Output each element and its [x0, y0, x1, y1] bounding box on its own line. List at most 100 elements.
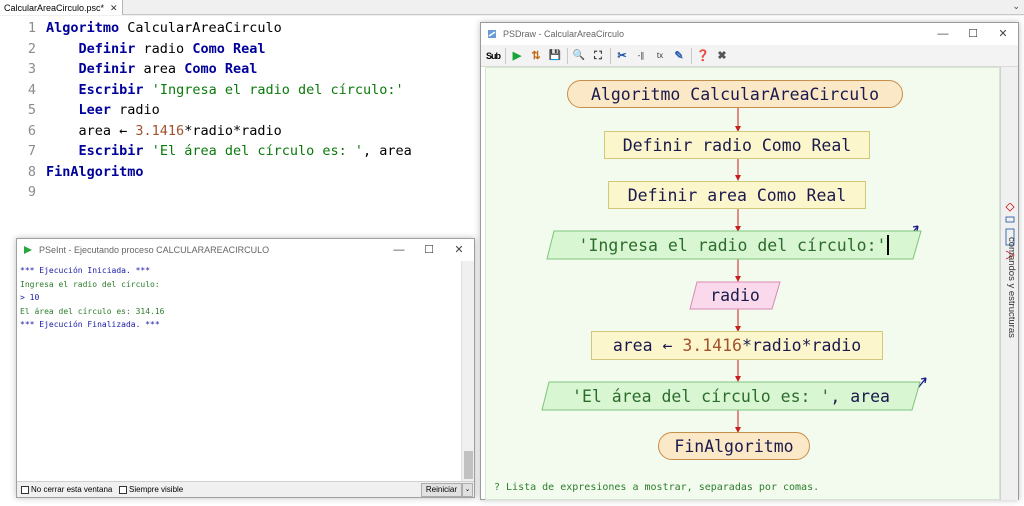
flow-end-node[interactable]: FinAlgoritmo [658, 432, 810, 460]
line-number: 8 [27, 163, 36, 180]
line-number: 2 [27, 40, 36, 57]
psdraw-title: PSDraw - CalcularAreaCirculo [503, 29, 625, 39]
code-line[interactable]: 3 Definir area Como Real [0, 59, 480, 79]
expression-hint: ? Lista de expresiones a mostrar, separa… [494, 482, 820, 493]
string-token: 'El área del círculo es: ' [151, 143, 364, 159]
line-number: 1 [27, 20, 36, 36]
flow-start-node[interactable]: Algoritmo CalcularAreaCirculo [567, 80, 903, 108]
code-text: Leer radio [46, 100, 160, 120]
code-text: area ← 3.1416*radio*radio [46, 121, 282, 141]
code-line[interactable]: 9 [0, 182, 480, 202]
flow-input-node[interactable]: radio [692, 281, 778, 310]
close-icon[interactable]: ✖ [714, 48, 730, 64]
code-text: FinAlgoritmo [46, 162, 144, 182]
assign-lhs: area ← [612, 336, 683, 355]
keyword-token: Escribir [78, 81, 144, 98]
keyword-token: Definir [78, 61, 136, 77]
zoom-icon[interactable]: 🔍 [571, 48, 587, 64]
code-line[interactable]: 1 Algoritmo CalcularAreaCirculo [0, 18, 480, 38]
flowchart-canvas[interactable]: Algoritmo CalcularAreaCirculo Definir ra… [485, 67, 1000, 500]
code-text: Escribir 'El área del círculo es: ', are… [46, 141, 412, 161]
psdraw-app-icon [488, 30, 496, 38]
code-token: area ← [46, 122, 136, 139]
assign-rhs: *radio*radio [741, 336, 862, 355]
flow-define-radio-node[interactable]: Definir radio Como Real [604, 131, 870, 159]
maximize-button[interactable]: ☐ [958, 23, 988, 45]
sub-icon[interactable]: Sub [485, 48, 501, 64]
psdraw-toolbar: Sub ▶ ⇅ 💾 🔍 ⛶ ✂ -∥ tx ✎ ❓ ✖ [481, 45, 1018, 67]
code-token: , area [363, 143, 412, 159]
execution-console-window: PSeInt - Ejecutando proceso CALCULARAREA… [16, 238, 475, 498]
keyword-token: Como Real [184, 61, 258, 77]
step-icon[interactable]: ⇅ [528, 48, 544, 64]
keyword-token: Como Real [192, 40, 266, 57]
console-line: El área del círculo es: 314.16 [20, 306, 165, 316]
string-token: 'Ingresa el radio del círculo:' [151, 81, 404, 98]
code-line[interactable]: 6 area ← 3.1416*radio*radio [0, 121, 480, 141]
flow-define-area-node[interactable]: Definir area Como Real [608, 181, 866, 209]
line-number: 6 [27, 122, 36, 139]
flow-output2-node[interactable]: 'El área del círculo es: ', area [546, 381, 916, 411]
console-line: > 10 [20, 293, 40, 302]
edit-icon[interactable]: ✎ [671, 48, 687, 64]
number-token: 3.1416 [135, 122, 185, 139]
code-token: area [135, 61, 185, 77]
code-token: radio [111, 102, 160, 118]
run-icon[interactable]: ▶ [509, 48, 525, 64]
code-text: Escribir 'Ingresa el radio del círculo:' [46, 80, 404, 100]
file-tab-label: CalcularAreaCirculo.psc* [4, 2, 105, 13]
close-button[interactable]: ✕ [444, 239, 474, 261]
commands-structures-panel[interactable]: comandos y estructuras [1000, 67, 1018, 500]
console-line: Ingresa el radio del círculo: [20, 279, 160, 289]
reiniciar-button[interactable]: Reiniciar [420, 483, 462, 497]
text-icon[interactable]: tx [652, 48, 668, 64]
minimize-button[interactable]: — [928, 23, 958, 45]
psdraw-titlebar[interactable]: PSDraw - CalcularAreaCirculo — ☐ ✕ [481, 23, 1018, 45]
keyword-token: Algoritmo [46, 20, 120, 36]
output1-text: 'Ingresa el radio del círculo:' [578, 235, 887, 255]
no-cerrar-checkbox[interactable] [21, 486, 29, 494]
save-icon[interactable]: 💾 [547, 48, 563, 64]
code-text: Algoritmo CalcularAreaCirculo [46, 18, 282, 38]
console-titlebar[interactable]: PSeInt - Ejecutando proceso CALCULARAREA… [17, 239, 474, 261]
console-scrollbar[interactable] [461, 261, 474, 481]
code-token: *radio*radio [184, 122, 282, 139]
code-line[interactable]: 5 Leer radio [0, 100, 480, 120]
tab-list-dropdown-icon[interactable]: ⌄ [1012, 1, 1020, 12]
flow-assign-node[interactable]: area ← 3.1416 *radio*radio [591, 331, 883, 360]
comment-icon[interactable]: -∥ [633, 48, 649, 64]
pseint-app-icon [24, 246, 32, 254]
code-line[interactable]: 4 Escribir 'Ingresa el radio del círculo… [0, 80, 480, 100]
close-button[interactable]: ✕ [988, 23, 1018, 45]
siempre-visible-checkbox[interactable] [119, 486, 127, 494]
code-text: Definir area Como Real [46, 59, 258, 79]
flow-output1-node[interactable]: 'Ingresa el radio del círculo:' [554, 230, 914, 260]
close-tab-icon[interactable]: ✕ [110, 1, 118, 15]
siempre-visible-label: Siempre visible [129, 485, 184, 494]
code-line[interactable]: 2 Definir radio Como Real [0, 39, 480, 59]
console-line: *** Ejecución Iniciada. *** [20, 266, 151, 275]
console-output[interactable]: *** Ejecución Iniciada. *** Ingresa el ra… [17, 261, 462, 481]
code-token: CalcularAreaCirculo [119, 20, 282, 36]
reiniciar-dropdown-icon[interactable]: ⌄ [462, 483, 473, 497]
code-line[interactable]: 8 FinAlgoritmo [0, 162, 480, 182]
cut-icon[interactable]: ✂ [614, 48, 630, 64]
fit-icon[interactable]: ⛶ [590, 48, 606, 64]
output2-rest: , area [830, 386, 890, 406]
line-number: 9 [27, 184, 36, 200]
file-tab[interactable]: CalcularAreaCirculo.psc* ✕ [0, 0, 123, 15]
console-line: *** Ejecución Finalizada. *** [20, 320, 160, 329]
maximize-button[interactable]: ☐ [414, 239, 444, 261]
code-token: radio [135, 40, 193, 57]
keyword-token: FinAlgoritmo [46, 163, 144, 180]
minimize-button[interactable]: — [384, 239, 414, 261]
code-line[interactable]: 7 Escribir 'El área del círculo es: ', a… [0, 141, 480, 161]
help-icon[interactable]: ❓ [695, 48, 711, 64]
tab-bar: CalcularAreaCirculo.psc* ✕ ⌄ [0, 0, 1024, 15]
console-scroll-thumb[interactable] [464, 451, 473, 479]
